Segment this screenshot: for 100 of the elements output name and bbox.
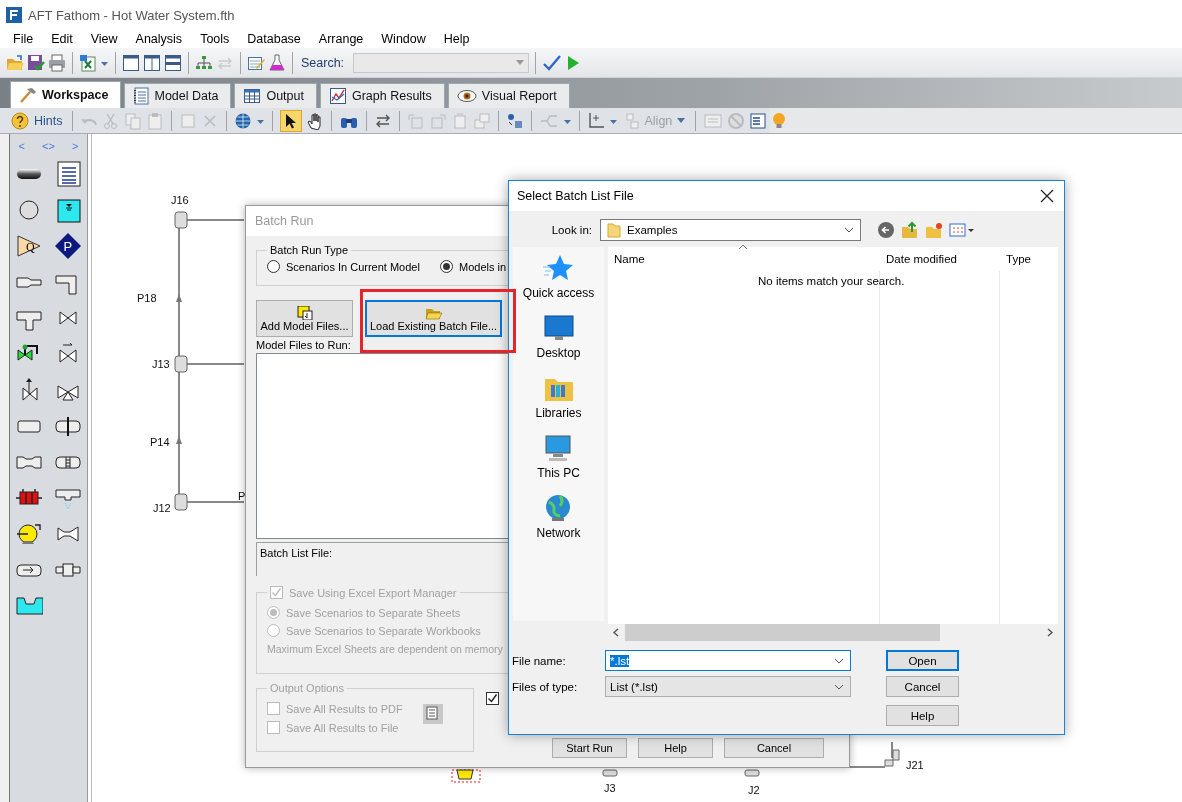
open-folder-icon[interactable] xyxy=(6,53,24,72)
checkbox-label: Save All Results to PDF xyxy=(286,702,403,715)
two-column-icon[interactable] xyxy=(143,53,161,72)
note-text: Maximum Excel Sheets are dependent on memory xyxy=(267,643,504,655)
tab[interactable]: Workspace xyxy=(10,81,122,108)
globe-icon[interactable] xyxy=(234,111,253,130)
print-icon[interactable] xyxy=(48,53,66,72)
flow-arrow-icon xyxy=(176,436,182,444)
view-menu-icon[interactable] xyxy=(949,221,975,239)
option-label: Save Scenarios to Separate Sheets xyxy=(286,606,461,619)
up-folder-icon[interactable] xyxy=(901,221,919,239)
place-item[interactable]: This PC xyxy=(537,433,580,493)
look-in-dropdown[interactable]: Examples xyxy=(600,219,861,241)
node-label: J16 xyxy=(171,194,189,206)
dialog-button[interactable]: Start Run xyxy=(552,738,627,758)
column-header[interactable]: Type xyxy=(1000,253,1058,265)
place-item[interactable]: Libraries xyxy=(535,373,582,433)
checkbox[interactable] xyxy=(486,692,499,705)
network-tree-icon[interactable] xyxy=(195,53,213,72)
radio-button[interactable] xyxy=(267,260,280,273)
menu-item[interactable]: Analysis xyxy=(128,32,190,46)
pipe-junction[interactable] xyxy=(884,749,900,767)
window-title: AFT Fathom - Hot Water System.fth xyxy=(28,7,235,23)
pipe-line xyxy=(186,219,245,221)
pipe-junction[interactable] xyxy=(174,493,188,511)
file-list[interactable]: Name Date modified Type No items match your search. xyxy=(608,247,1058,641)
tab[interactable]: Output xyxy=(234,83,317,108)
place-item[interactable]: Quick access xyxy=(522,253,595,313)
chevron-down-icon xyxy=(844,227,854,233)
pressure-source-icon[interactable]: P xyxy=(53,232,82,260)
node-label: J2 xyxy=(748,784,760,796)
field-label: Batch List File: xyxy=(260,547,333,559)
menu-item[interactable]: Window xyxy=(374,32,433,46)
option-label: Save Scenarios to Separate Workbooks xyxy=(286,624,481,637)
pipe-junction[interactable] xyxy=(602,769,618,777)
group-label: Output Options xyxy=(269,682,345,694)
node-label: P18 xyxy=(137,292,157,304)
field-label: File name: xyxy=(512,654,567,667)
flask-icon[interactable] xyxy=(268,53,286,72)
node-label: J21 xyxy=(906,759,924,771)
file-type-dropdown[interactable]: List (*.lst) xyxy=(605,676,851,697)
menu-item[interactable]: Edit xyxy=(44,32,80,46)
light-bulb-icon[interactable] xyxy=(771,111,788,130)
flow-arrow-icon xyxy=(176,294,182,302)
pipe-line xyxy=(186,501,245,503)
dialog-button[interactable]: Cancel xyxy=(724,738,824,758)
menu-item[interactable]: Tools xyxy=(193,32,237,46)
tab[interactable]: Graph Results xyxy=(319,83,445,108)
option-label: Scenarios In Current Model xyxy=(286,260,420,273)
menu-item[interactable]: Help xyxy=(436,32,477,46)
hammer-icon xyxy=(19,86,37,104)
search-field[interactable] xyxy=(353,52,530,73)
node-label: P xyxy=(238,490,246,502)
menu-item[interactable]: Database xyxy=(240,32,308,46)
menu-item[interactable]: Arrange xyxy=(311,32,371,46)
place-item[interactable]: Desktop xyxy=(536,313,581,373)
open-button[interactable]: Open xyxy=(886,650,959,671)
field-label: Look in: xyxy=(550,224,593,236)
star-icon xyxy=(542,253,575,283)
pipe-junction[interactable] xyxy=(174,355,188,373)
desktop-monitor-icon xyxy=(542,313,575,343)
pointer-tool[interactable] xyxy=(280,109,303,132)
properties-icon[interactable] xyxy=(749,111,768,130)
single-pane-icon[interactable] xyxy=(122,53,140,72)
chevron-down-icon xyxy=(834,683,844,690)
save-icon[interactable] xyxy=(27,53,45,72)
cancel-button[interactable]: Cancel xyxy=(886,676,959,697)
pipe-line xyxy=(848,766,886,768)
app-logo-icon xyxy=(6,7,22,23)
menu-item[interactable]: View xyxy=(83,32,125,46)
two-row-icon[interactable] xyxy=(164,53,182,72)
check-icon[interactable] xyxy=(542,53,563,72)
table-icon xyxy=(243,88,262,104)
dialog-button[interactable]: Help xyxy=(638,738,713,758)
column-header[interactable]: Date modified xyxy=(880,253,1000,265)
load-batch-file-button[interactable]: Load Existing Batch File... xyxy=(365,300,502,337)
chevron-down-icon xyxy=(834,657,844,664)
sort-caret-icon xyxy=(738,244,748,250)
chevron-down-icon[interactable] xyxy=(516,59,525,66)
hints-button[interactable]: Hints xyxy=(8,109,66,132)
caret-icon xyxy=(677,118,686,123)
group-label: Batch Run Type xyxy=(269,244,350,256)
add-model-files-button[interactable]: Add Model Files... xyxy=(256,300,353,337)
place-item[interactable]: Network xyxy=(536,493,581,553)
pump-symbol[interactable] xyxy=(451,769,481,783)
axes-icon[interactable] xyxy=(587,111,606,130)
pipe-junction[interactable] xyxy=(744,769,760,777)
radio-button[interactable] xyxy=(440,260,453,273)
close-icon[interactable] xyxy=(1040,189,1054,203)
search-label: Search: xyxy=(301,55,345,70)
pipe-junction[interactable] xyxy=(174,211,188,229)
tab[interactable]: Model Data xyxy=(124,83,232,108)
menu-item[interactable]: File xyxy=(6,32,41,46)
help-button[interactable]: Help xyxy=(886,705,959,726)
new-folder-icon[interactable] xyxy=(925,221,943,239)
file-name-field[interactable]: *.lst xyxy=(605,650,851,671)
column-header[interactable]: Name xyxy=(608,253,880,265)
tab[interactable]: Visual Report xyxy=(447,83,570,108)
back-icon[interactable] xyxy=(877,221,895,239)
export-sheet-icon[interactable] xyxy=(79,53,97,72)
